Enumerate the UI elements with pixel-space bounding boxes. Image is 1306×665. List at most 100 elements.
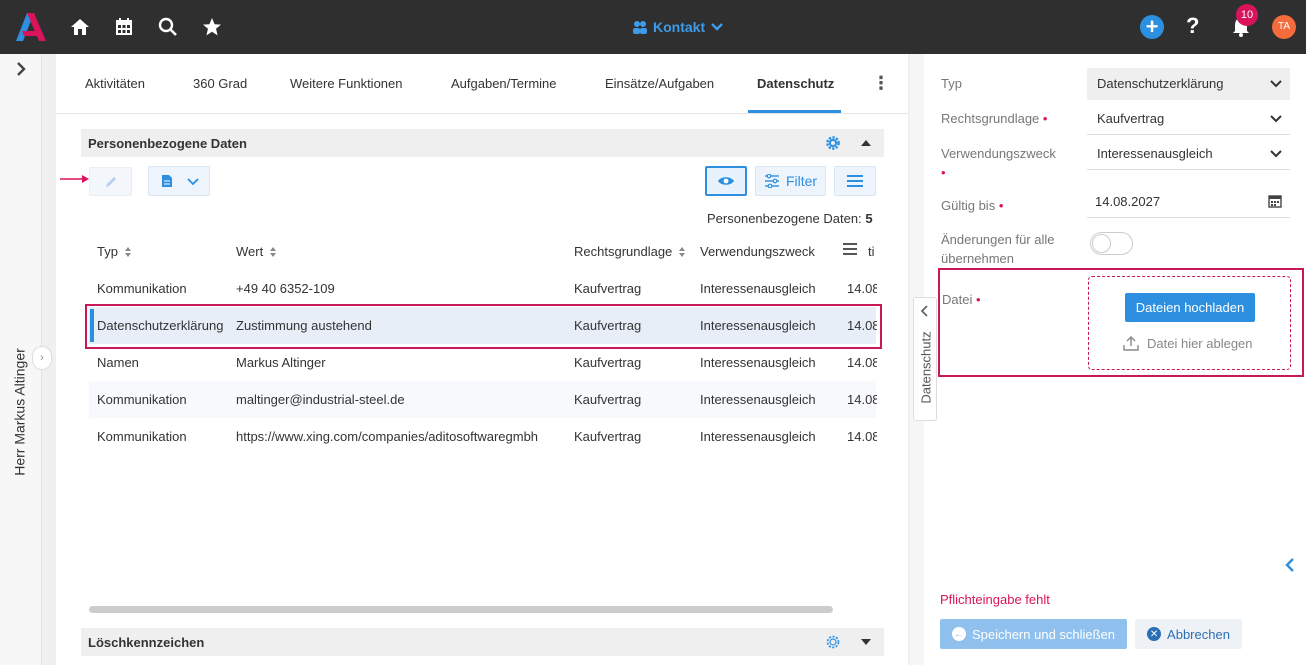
verwendungszweck-value: Interessenausgleich [1097, 146, 1213, 161]
home-icon[interactable] [68, 15, 92, 39]
column-header-label: Rechtsgrundlage [574, 244, 673, 259]
required-marker: • [1042, 111, 1048, 126]
tab-datenschutz[interactable]: Datenschutz [757, 76, 834, 91]
edit-button[interactable] [89, 167, 132, 196]
column-header-datum[interactable]: ti [868, 244, 875, 259]
tab-aktivitaeten[interactable]: Aktivitäten [85, 76, 145, 91]
help-icon[interactable]: ? [1186, 13, 1199, 39]
section-title: Personenbezogene Daten [88, 136, 247, 151]
table-row[interactable]: Kommunikation https://www.xing.com/compa… [89, 418, 877, 455]
context-selector[interactable]: Kontakt [632, 17, 724, 37]
cell-datum: 14.08 [847, 281, 877, 296]
cell-wert: +49 40 6352-109 [236, 281, 335, 296]
required-marker: • [998, 198, 1004, 213]
table-row[interactable]: Kommunikation +49 40 6352-109 Kaufvertra… [89, 270, 877, 307]
save-label: Speichern und schließen [971, 626, 1116, 642]
avatar[interactable]: TA [1272, 15, 1296, 39]
column-header-label: Typ [97, 244, 118, 259]
cell-rechtsgrundlage: Kaufvertrag [574, 318, 642, 333]
search-icon[interactable] [156, 15, 180, 39]
table-row-selected[interactable]: Datenschutzerklärung Zustimmung austehen… [89, 307, 877, 344]
drop-hint: Datei hier ablegen [1123, 335, 1253, 351]
column-header-wert[interactable]: Wert [236, 244, 277, 259]
sort-icon [124, 246, 131, 257]
gueltig-bis-date-field[interactable]: 14.08.2027 [1087, 186, 1290, 218]
close-circle-icon: ✕ [1147, 627, 1162, 641]
rechtsgrundlage-select[interactable]: Kaufvertrag [1087, 103, 1290, 135]
field-label-verwendungszweck: Verwendungszweck • [941, 144, 1056, 182]
view-toggle-button[interactable] [705, 166, 747, 196]
tab-aufgaben-termine[interactable]: Aufgaben/Termine [451, 76, 557, 91]
column-menu-icon[interactable] [843, 243, 857, 255]
app-logo[interactable] [14, 11, 48, 43]
datenschutz-side-tab[interactable]: Datenschutz [913, 297, 937, 421]
cell-verwendungszweck: Interessenausgleich [700, 355, 816, 370]
upload-icon [1123, 336, 1139, 351]
tab-bar: Aktivitäten 360 Grad Weitere Funktionen … [56, 54, 908, 114]
tab-weitere-funktionen[interactable]: Weitere Funktionen [290, 76, 403, 91]
collapse-caret-icon[interactable] [859, 136, 873, 150]
upload-files-button[interactable]: Dateien hochladen [1125, 293, 1255, 322]
gear-icon[interactable] [825, 634, 841, 650]
contact-name: Herr Markus Altinger [11, 348, 28, 476]
cell-typ: Kommunikation [97, 429, 187, 444]
chevron-left-icon [920, 305, 928, 317]
document-menu-button[interactable] [148, 166, 210, 196]
tab-einsaetze-aufgaben[interactable]: Einsätze/Aufgaben [605, 76, 714, 91]
cell-rechtsgrundlage: Kaufvertrag [574, 392, 642, 407]
more-tabs-icon[interactable]: ⋮ [872, 72, 890, 96]
create-plus-button[interactable]: + [1140, 15, 1164, 39]
label-text: Verwendungszweck [941, 146, 1056, 161]
verwendungszweck-select[interactable]: Interessenausgleich [1087, 138, 1290, 170]
cancel-button[interactable]: ✕ Abbrechen [1135, 619, 1242, 649]
top-bar: Kontakt + ? 10 TA [0, 0, 1306, 54]
cell-typ: Namen [97, 355, 139, 370]
list-view-button[interactable] [834, 166, 876, 196]
cell-datum: 14.08 [847, 318, 877, 333]
label-text: Datei [942, 292, 973, 307]
column-header-typ[interactable]: Typ [97, 244, 132, 259]
cell-typ: Kommunikation [97, 392, 187, 407]
save-and-close-button[interactable]: ← Speichern und schließen [940, 619, 1127, 649]
cell-typ: Datenschutzerklärung [97, 318, 224, 333]
cell-verwendungszweck: Interessenausgleich [700, 429, 816, 444]
chevron-left-icon[interactable] [1284, 557, 1296, 573]
table-row[interactable]: Kommunikation maltinger@industrial-steel… [89, 381, 877, 418]
tab-360-grad[interactable]: 360 Grad [193, 76, 247, 91]
chevron-down-icon [1270, 115, 1282, 123]
calendar-icon[interactable] [112, 15, 136, 39]
filter-button[interactable]: Filter [755, 166, 826, 196]
typ-select[interactable]: Datenschutzerklärung [1087, 68, 1290, 100]
horizontal-scrollbar[interactable] [89, 606, 833, 613]
rechtsgrundlage-value: Kaufvertrag [1097, 111, 1165, 126]
calendar-icon[interactable] [1268, 194, 1282, 208]
record-count-value: 5 [865, 211, 873, 226]
gueltig-bis-value: 14.08.2027 [1095, 194, 1161, 209]
required-marker: • [941, 165, 946, 180]
expand-caret-icon[interactable] [859, 635, 873, 649]
people-icon [633, 21, 647, 34]
arrow-left-circle-icon: ← [951, 627, 966, 641]
filter-label: Filter [785, 173, 818, 189]
sidebar-expand-toggle[interactable]: › [32, 346, 52, 370]
record-count: Personenbezogene Daten: 5 [707, 211, 873, 226]
chevron-down-icon [187, 178, 199, 186]
cell-rechtsgrundlage: Kaufvertrag [574, 355, 642, 370]
document-icon [162, 175, 172, 187]
sort-icon [679, 246, 686, 257]
field-label-aenderungen: Änderungen für alle übernehmen [941, 230, 1054, 268]
column-header-verwendungszweck[interactable]: Verwendungszweck [700, 244, 815, 259]
gear-icon[interactable] [825, 135, 841, 151]
file-drop-zone[interactable]: Dateien hochladen Datei hier ablegen [1088, 276, 1291, 370]
column-header-rechtsgrundlage[interactable]: Rechtsgrundlage [574, 244, 686, 259]
table-row[interactable]: Namen Markus Altinger Kaufvertrag Intere… [89, 344, 877, 381]
chevron-right-icon[interactable] [14, 60, 28, 78]
cell-verwendungszweck: Interessenausgleich [700, 281, 816, 296]
star-icon[interactable] [200, 15, 224, 39]
cell-wert: maltinger@industrial-steel.de [236, 392, 405, 407]
section-header-loeschkennzeichen: Löschkennzeichen [81, 628, 884, 656]
toggle-knob [1092, 234, 1111, 253]
typ-value: Datenschutzerklärung [1097, 76, 1224, 91]
aenderungen-toggle[interactable] [1090, 232, 1133, 255]
cell-datum: 14.08 [847, 429, 877, 444]
